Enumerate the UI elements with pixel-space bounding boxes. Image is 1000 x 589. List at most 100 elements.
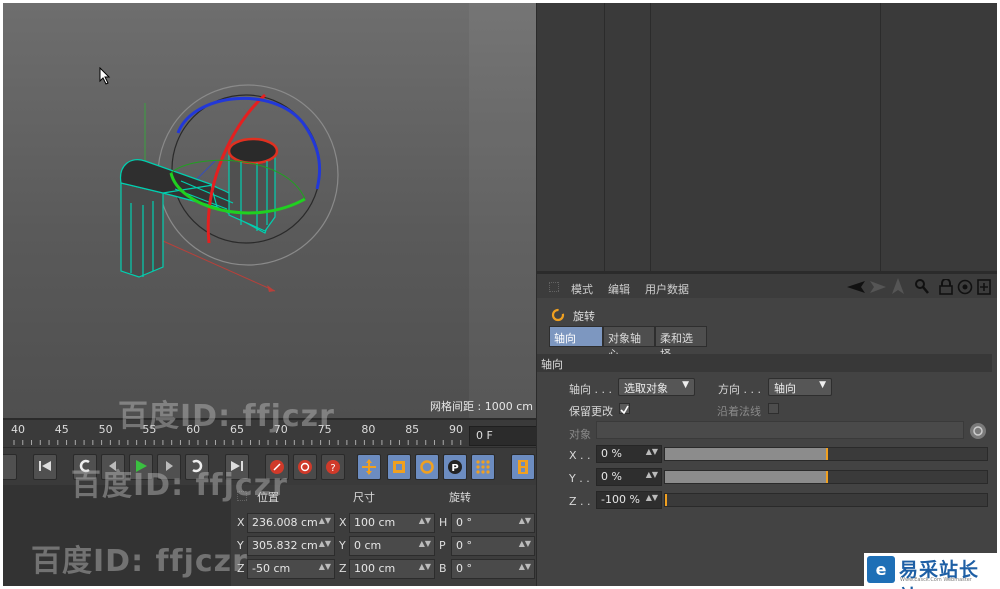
tab-object-axis[interactable]: 对象轴心 bbox=[603, 326, 655, 361]
next-frame-button[interactable] bbox=[157, 454, 181, 480]
previous-frame-button[interactable] bbox=[101, 454, 125, 480]
scale-key-icon bbox=[393, 461, 405, 473]
object-label: 对象 bbox=[569, 428, 591, 441]
next-key-button[interactable] bbox=[185, 454, 209, 480]
z-slider-handle[interactable] bbox=[665, 494, 667, 506]
forward-arrow-icon[interactable] bbox=[870, 280, 886, 294]
keyframe-selection-button[interactable]: ? bbox=[321, 454, 345, 480]
pos-y-field[interactable]: 305.832 cm ▲▼ bbox=[247, 536, 335, 556]
menu-edit[interactable]: 编辑 bbox=[608, 281, 630, 297]
z-percent-field[interactable]: -100 % ▲▼ bbox=[596, 491, 662, 509]
play-icon bbox=[136, 460, 147, 472]
back-arrow-icon[interactable] bbox=[847, 280, 865, 294]
along-normal-checkbox[interactable] bbox=[768, 403, 779, 414]
play-button[interactable] bbox=[129, 454, 153, 480]
coordinates-left-empty bbox=[3, 485, 231, 586]
timeline-tick-label: 85 bbox=[405, 423, 420, 436]
new-panel-icon[interactable] bbox=[977, 279, 991, 295]
rotation-header: 旋转 bbox=[449, 491, 471, 504]
x-axis-line bbox=[162, 240, 276, 292]
om-divider bbox=[880, 3, 881, 271]
autokey-button[interactable] bbox=[293, 454, 317, 480]
timeline-tick-label: 50 bbox=[98, 423, 113, 436]
scale-key-button[interactable] bbox=[387, 454, 411, 480]
go-to-start-button[interactable] bbox=[33, 454, 57, 480]
size-z-field[interactable]: 100 cm ▲▼ bbox=[349, 559, 435, 579]
position-header: 位置 bbox=[257, 491, 279, 504]
target-icon[interactable] bbox=[957, 279, 973, 295]
timeline-tick-label: 65 bbox=[230, 423, 244, 436]
timeline-ruler[interactable] bbox=[3, 438, 469, 446]
object-link-field[interactable] bbox=[596, 421, 964, 439]
pos-x-field[interactable]: 236.008 cm ▲▼ bbox=[247, 513, 335, 533]
keep-changes-checkbox[interactable] bbox=[619, 403, 630, 415]
timeline-tick-label: 90 bbox=[449, 423, 463, 436]
timeline[interactable]: 40 45 50 55 60 65 70 75 80 85 90 0 F bbox=[3, 418, 537, 447]
x-percent-field[interactable]: 0 % ▲▼ bbox=[596, 445, 662, 463]
x-axis-arrow bbox=[267, 285, 275, 292]
go-to-start-icon bbox=[39, 461, 51, 471]
record-icon bbox=[270, 460, 284, 474]
rot-p-field[interactable]: 0 ° ▲▼ bbox=[451, 536, 535, 556]
grip-icon bbox=[549, 282, 559, 292]
search-icon[interactable] bbox=[915, 279, 929, 295]
timeline-tick-label: 60 bbox=[186, 423, 201, 436]
timeline-tick-label: 75 bbox=[317, 423, 332, 436]
z-slider[interactable] bbox=[664, 493, 988, 507]
x-slider-handle[interactable] bbox=[826, 448, 828, 460]
move-key-button[interactable] bbox=[357, 454, 381, 480]
pos-z-axis: Z bbox=[237, 562, 245, 575]
rotation-gizmo-scene[interactable] bbox=[3, 3, 536, 418]
rot-b-axis: B bbox=[439, 562, 447, 575]
parameter-key-icon: P bbox=[448, 460, 462, 474]
rotate-key-button[interactable] bbox=[415, 454, 439, 480]
y-slider-handle[interactable] bbox=[826, 471, 828, 483]
rot-h-field[interactable]: 0 ° ▲▼ bbox=[451, 513, 535, 533]
y-percent-field[interactable]: 0 % ▲▼ bbox=[596, 468, 662, 486]
tab-soft-selection[interactable]: 柔和选择 bbox=[655, 326, 707, 361]
axis-dropdown[interactable]: 选取对象 ▼ bbox=[618, 378, 695, 396]
film-button[interactable] bbox=[511, 454, 535, 480]
tab-axis[interactable]: 轴向 bbox=[549, 326, 603, 347]
timeline-tick-label: 40 bbox=[11, 423, 25, 436]
pos-z-field[interactable]: -50 cm ▲▼ bbox=[247, 559, 335, 579]
up-arrow-icon[interactable] bbox=[891, 278, 905, 294]
coordinates-manager: 位置 尺寸 旋转 X 236.008 cm ▲▼ X 100 cm ▲▼ H 0 °… bbox=[3, 485, 536, 586]
menu-mode[interactable]: 模式 bbox=[571, 281, 593, 297]
y-slider[interactable] bbox=[664, 470, 988, 484]
lock-icon[interactable] bbox=[939, 279, 953, 295]
current-frame-field[interactable]: 0 F bbox=[469, 426, 537, 446]
object-title: 旋转 bbox=[573, 310, 595, 323]
size-x-field[interactable]: 100 cm ▲▼ bbox=[349, 513, 435, 533]
autokey-icon bbox=[298, 460, 312, 474]
point-level-button[interactable] bbox=[471, 454, 495, 480]
previous-key-icon bbox=[79, 459, 90, 473]
transport-bar: ? P bbox=[3, 447, 536, 485]
rot-b-field[interactable]: 0 ° ▲▼ bbox=[451, 559, 535, 579]
direction-dropdown[interactable]: 轴向 ▼ bbox=[768, 378, 832, 396]
timeline-tick-label: 45 bbox=[54, 423, 69, 436]
x-slider[interactable] bbox=[664, 447, 988, 461]
parameter-key-button[interactable]: P bbox=[443, 454, 467, 480]
record-button[interactable] bbox=[265, 454, 289, 480]
x-slider-fill bbox=[665, 448, 826, 460]
menu-user-data[interactable]: 用户数据 bbox=[645, 281, 689, 297]
site-logo-icon: e bbox=[867, 556, 895, 583]
y-label: Y . . bbox=[569, 472, 590, 485]
site-subtitle: Www.Easck.Com Webmaster bbox=[900, 577, 972, 583]
size-y-field[interactable]: 0 cm ▲▼ bbox=[349, 536, 435, 556]
transport-left-edge-button[interactable] bbox=[3, 454, 17, 480]
size-header: 尺寸 bbox=[353, 491, 375, 504]
previous-key-button[interactable] bbox=[73, 454, 97, 480]
object-manager[interactable] bbox=[536, 3, 997, 271]
grid-spacing-label: 网格间距 : 1000 cm bbox=[430, 400, 533, 413]
timeline-tick-label: 55 bbox=[142, 423, 157, 436]
rot-h-axis: H bbox=[439, 516, 448, 529]
pick-session-icon[interactable] bbox=[969, 422, 987, 440]
3d-viewport[interactable]: 网格间距 : 1000 cm bbox=[3, 3, 536, 418]
site-watermark: e 易采站长站 Www.Easck.Com Webmaster bbox=[864, 553, 997, 589]
coordinates-panel: 位置 尺寸 旋转 X 236.008 cm ▲▼ X 100 cm ▲▼ H 0 °… bbox=[231, 485, 536, 586]
direction-label: 方向 . . . bbox=[718, 383, 761, 396]
go-to-end-button[interactable] bbox=[225, 454, 249, 480]
z-label: Z . . bbox=[569, 495, 591, 508]
